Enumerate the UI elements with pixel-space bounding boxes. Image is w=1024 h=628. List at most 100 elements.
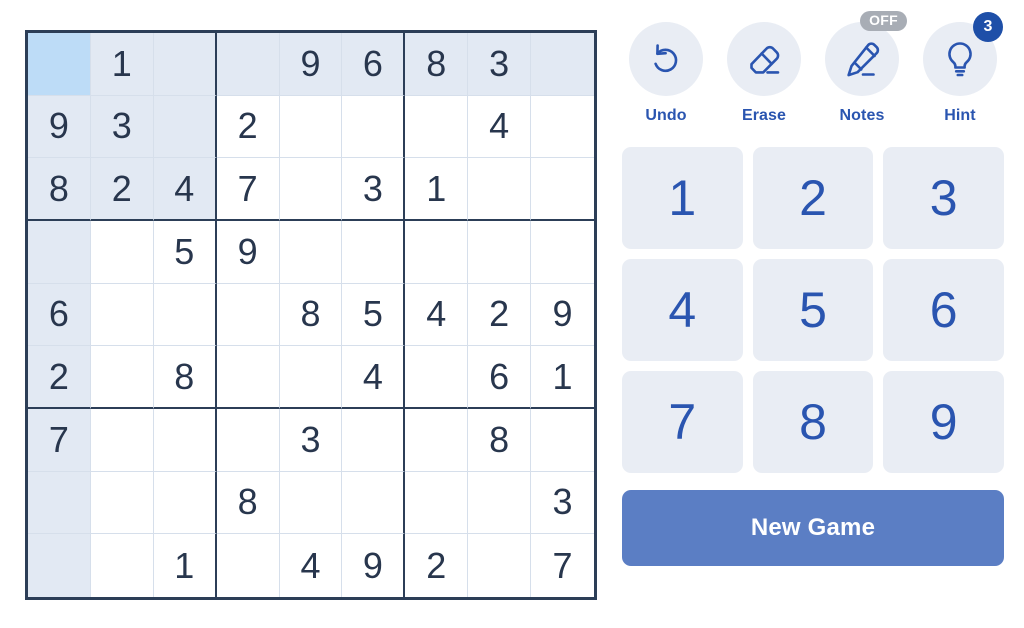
sudoku-cell-r9c3[interactable]: 1 [153,534,217,597]
sudoku-cell-r2c4[interactable]: 2 [216,95,280,159]
sudoku-cell-r2c9[interactable] [531,95,594,159]
sudoku-cell-r6c2[interactable] [90,346,154,409]
sudoku-cell-r4c3[interactable]: 5 [153,221,217,284]
erase-button-circle[interactable] [727,22,801,96]
sudoku-cell-r6c9[interactable]: 1 [531,346,594,409]
sudoku-cell-r8c5[interactable] [279,471,343,535]
sudoku-cell-r8c8[interactable] [468,471,532,535]
sudoku-cell-r6c6[interactable]: 4 [342,346,406,409]
sudoku-cell-r6c5[interactable] [279,346,343,409]
sudoku-cell-r7c9[interactable] [531,409,594,472]
numpad-key-5[interactable]: 5 [752,259,874,361]
sudoku-cell-r5c8[interactable]: 2 [468,283,532,347]
sudoku-cell-r3c2[interactable]: 2 [90,158,154,221]
sudoku-cell-r6c8[interactable]: 6 [468,346,532,409]
sudoku-cell-r7c4[interactable] [216,409,280,472]
sudoku-cell-r6c1[interactable]: 2 [28,346,91,409]
sudoku-cell-r9c4[interactable] [216,534,280,597]
numpad-key-3[interactable]: 3 [883,147,1004,249]
sudoku-cell-r4c8[interactable] [468,221,532,284]
numpad-key-9[interactable]: 9 [883,371,1004,473]
sudoku-cell-r9c5[interactable]: 4 [279,534,343,597]
sudoku-cell-r9c6[interactable]: 9 [342,534,406,597]
numpad-key-2[interactable]: 2 [752,147,874,249]
sudoku-cell-r3c1[interactable]: 8 [28,158,91,221]
sudoku-cell-r3c7[interactable]: 1 [405,158,469,221]
numpad-key-1[interactable]: 1 [622,147,743,249]
sudoku-cell-r2c3[interactable] [153,95,217,159]
sudoku-cell-r1c2[interactable]: 1 [90,33,154,96]
sudoku-cell-r2c1[interactable]: 9 [28,95,91,159]
sudoku-cell-r8c4[interactable]: 8 [216,471,280,535]
notes-button-circle[interactable]: OFF [825,11,907,96]
sudoku-cell-r1c9[interactable] [531,33,594,96]
sudoku-cell-r5c1[interactable]: 6 [28,283,91,347]
sudoku-cell-r3c3[interactable]: 4 [153,158,217,221]
erase-button[interactable]: Erase [720,22,808,125]
sudoku-cell-r7c8[interactable]: 8 [468,409,532,472]
sudoku-cell-r1c8[interactable]: 3 [468,33,532,96]
sudoku-cell-r7c5[interactable]: 3 [279,409,343,472]
sudoku-cell-r5c9[interactable]: 9 [531,283,594,347]
sudoku-cell-r8c9[interactable]: 3 [531,471,594,535]
sudoku-cell-r4c4[interactable]: 9 [216,221,280,284]
sudoku-cell-r3c5[interactable] [279,158,343,221]
sudoku-cell-r4c1[interactable] [28,221,91,284]
sudoku-cell-r1c7[interactable]: 8 [405,33,469,96]
numpad-key-8[interactable]: 8 [752,371,874,473]
sudoku-cell-r3c6[interactable]: 3 [342,158,406,221]
sudoku-cell-r4c7[interactable] [405,221,469,284]
sudoku-cell-r2c2[interactable]: 3 [90,95,154,159]
numpad-key-4[interactable]: 4 [622,259,743,361]
sudoku-cell-r2c8[interactable]: 4 [468,95,532,159]
undo-button-circle[interactable] [629,22,703,96]
numpad-key-7[interactable]: 7 [622,371,743,473]
sudoku-cell-r4c2[interactable] [90,221,154,284]
undo-button[interactable]: Undo [622,22,710,125]
sudoku-cell-r7c7[interactable] [405,409,469,472]
sudoku-cell-r3c8[interactable] [468,158,532,221]
numpad-key-6[interactable]: 6 [883,259,1004,361]
sudoku-cell-r5c5[interactable]: 8 [279,283,343,347]
sudoku-cell-r3c9[interactable] [531,158,594,221]
sudoku-cell-r9c2[interactable] [90,534,154,597]
new-game-button[interactable]: New Game [622,490,1004,566]
sudoku-cell-r7c6[interactable] [342,409,406,472]
number-pad[interactable]: 123 456 789 [622,147,1004,473]
sudoku-cell-r4c9[interactable] [531,221,594,284]
sudoku-cell-r8c2[interactable] [90,471,154,535]
sudoku-cell-r1c3[interactable] [153,33,217,96]
sudoku-cell-r9c8[interactable] [468,534,532,597]
sudoku-cell-r8c3[interactable] [153,471,217,535]
sudoku-cell-r3c4[interactable]: 7 [216,158,280,221]
sudoku-cell-r2c6[interactable] [342,95,406,159]
sudoku-cell-r7c3[interactable] [153,409,217,472]
sudoku-cell-r7c1[interactable]: 7 [28,409,91,472]
sudoku-cell-r8c7[interactable] [405,471,469,535]
sudoku-cell-r2c5[interactable] [279,95,343,159]
sudoku-cell-r8c6[interactable] [342,471,406,535]
hint-button-circle[interactable]: 3 [923,12,1003,96]
sudoku-cell-r5c7[interactable]: 4 [405,283,469,347]
sudoku-cell-r1c1[interactable] [28,33,91,96]
sudoku-cell-r1c6[interactable]: 6 [342,33,406,96]
sudoku-cell-r4c6[interactable] [342,221,406,284]
sudoku-board[interactable]: 19683932482473159685429284617388314927 [25,30,597,600]
sudoku-cell-r2c7[interactable] [405,95,469,159]
sudoku-cell-r6c7[interactable] [405,346,469,409]
sudoku-cell-r1c5[interactable]: 9 [279,33,343,96]
sudoku-cell-r9c9[interactable]: 7 [531,534,594,597]
sudoku-cell-r5c4[interactable] [216,283,280,347]
hint-button[interactable]: 3 Hint [916,12,1004,125]
sudoku-cell-r7c2[interactable] [90,409,154,472]
sudoku-cell-r9c1[interactable] [28,534,91,597]
sudoku-cell-r5c2[interactable] [90,283,154,347]
sudoku-cell-r4c5[interactable] [279,221,343,284]
sudoku-cell-r6c4[interactable] [216,346,280,409]
sudoku-cell-r1c4[interactable] [216,33,280,96]
notes-button[interactable]: OFF Notes [818,11,907,125]
sudoku-cell-r5c3[interactable] [153,283,217,347]
sudoku-cell-r8c1[interactable] [28,471,91,535]
sudoku-cell-r5c6[interactable]: 5 [342,283,406,347]
sudoku-cell-r9c7[interactable]: 2 [405,534,469,597]
